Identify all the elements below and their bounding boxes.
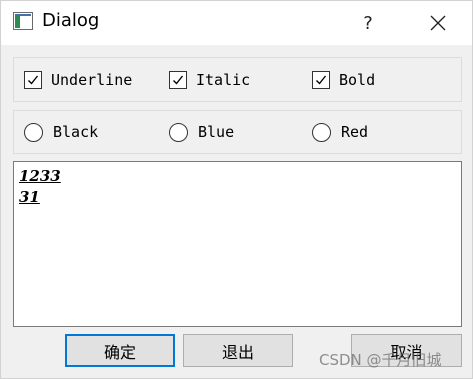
- checkbox-box[interactable]: [24, 70, 42, 89]
- window-title: Dialog: [42, 10, 100, 31]
- editor-line: 1233: [19, 167, 61, 185]
- editor-line: 31: [19, 188, 40, 206]
- checkbox-box[interactable]: [169, 70, 187, 89]
- black-radio[interactable]: Black: [24, 111, 98, 153]
- check-icon: [28, 75, 39, 85]
- close-button[interactable]: [415, 1, 461, 45]
- dialog-window: Dialog ? Underline Italic Bold Black Blu…: [0, 0, 473, 379]
- close-icon: [430, 15, 446, 31]
- blue-label: Blue: [198, 123, 235, 141]
- italic-label: Italic: [196, 70, 251, 89]
- title-bar[interactable]: Dialog ?: [1, 1, 472, 45]
- red-radio[interactable]: Red: [312, 111, 368, 153]
- cancel-button[interactable]: 取消: [351, 334, 462, 367]
- italic-checkbox[interactable]: Italic: [169, 58, 250, 101]
- help-button[interactable]: ?: [353, 1, 383, 45]
- check-icon: [173, 75, 184, 85]
- black-label: Black: [53, 123, 99, 141]
- red-label: Red: [341, 123, 369, 141]
- bold-label: Bold: [339, 70, 376, 89]
- app-icon: [13, 12, 33, 30]
- blue-radio[interactable]: Blue: [169, 111, 234, 153]
- color-group: Black Blue Red: [13, 110, 462, 154]
- underline-label: Underline: [51, 70, 133, 89]
- style-group: Underline Italic Bold: [13, 57, 462, 102]
- exit-button[interactable]: 退出: [183, 334, 293, 367]
- radio-circle[interactable]: [24, 122, 43, 142]
- underline-checkbox[interactable]: Underline: [24, 58, 132, 101]
- ok-button[interactable]: 确定: [65, 334, 175, 367]
- bold-checkbox[interactable]: Bold: [312, 58, 375, 101]
- text-editor[interactable]: 1233 31: [13, 161, 462, 327]
- radio-circle[interactable]: [169, 122, 188, 142]
- radio-circle[interactable]: [312, 122, 331, 142]
- checkbox-box[interactable]: [312, 70, 330, 89]
- check-icon: [316, 75, 327, 85]
